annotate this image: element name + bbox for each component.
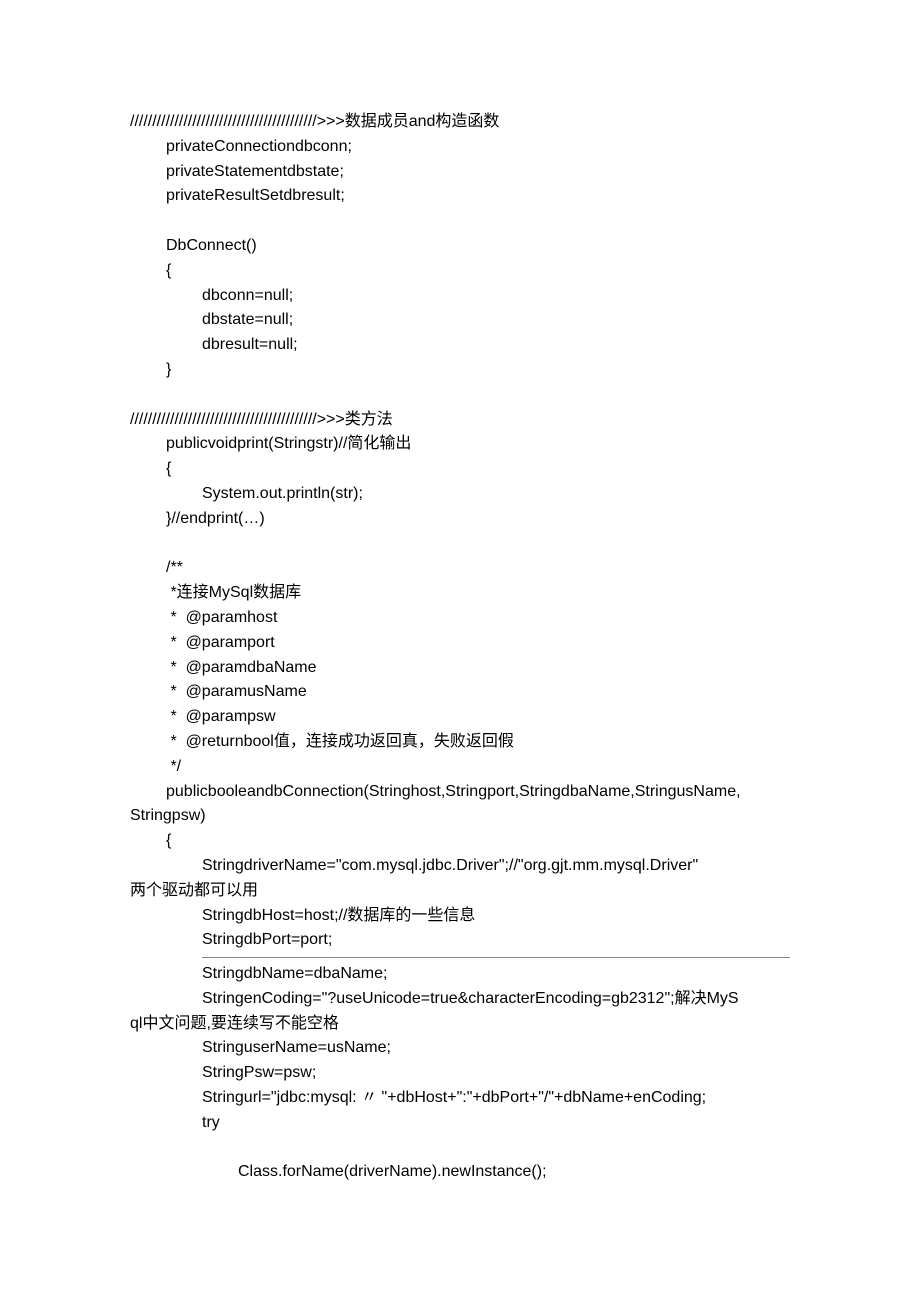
code-line: ////////////////////////////////////////… xyxy=(130,408,790,433)
code-line: privateConnectiondbconn; xyxy=(130,135,790,160)
code-line: StringdriverName="com.mysql.jdbc.Driver"… xyxy=(130,854,790,879)
code-line: */ xyxy=(130,755,790,780)
code-line-wrap: 两个驱动都可以用 xyxy=(130,879,790,904)
code-line: publicbooleandbConnection(Stringhost,Str… xyxy=(130,780,790,805)
code-block-after-wrap2: StringdbHost=host;//数据库的一些信息StringdbPort… xyxy=(130,904,790,954)
code-line: DbConnect() xyxy=(130,234,790,259)
code-line-wrap: ql中文问题,要连续写不能空格 xyxy=(130,1012,790,1037)
code-line: /** xyxy=(130,556,790,581)
code-line: try xyxy=(130,1111,790,1136)
code-line: privateResultSetdbresult; xyxy=(130,184,790,209)
code-line: ////////////////////////////////////////… xyxy=(130,110,790,135)
code-line: *连接MySql数据库 xyxy=(130,581,790,606)
code-line: dbconn=null; xyxy=(130,284,790,309)
code-line xyxy=(130,532,790,557)
code-line: }//endprint(…) xyxy=(130,507,790,532)
code-line: publicvoidprint(Stringstr)//简化输出 xyxy=(130,432,790,457)
code-line: StringdbHost=host;//数据库的一些信息 xyxy=(130,904,790,929)
code-line xyxy=(130,383,790,408)
code-line: dbresult=null; xyxy=(130,333,790,358)
code-line: { xyxy=(130,259,790,284)
code-line: StringdbPort=port; xyxy=(130,928,790,953)
code-block-after-hr: StringdbName=dbaName;StringenCoding="?us… xyxy=(130,962,790,1012)
code-line: dbstate=null; xyxy=(130,308,790,333)
code-line: { xyxy=(130,829,790,854)
code-line: privateStatementdbstate; xyxy=(130,160,790,185)
code-block-top: ////////////////////////////////////////… xyxy=(130,110,790,804)
code-line: * @paramport xyxy=(130,631,790,656)
code-line: Class.forName(driverName).newInstance(); xyxy=(130,1160,790,1185)
code-line: * @paramhost xyxy=(130,606,790,631)
code-line: } xyxy=(130,358,790,383)
code-line: { xyxy=(130,457,790,482)
code-line: Stringurl="jdbc:mysql: 〃 "+dbHost+":"+db… xyxy=(130,1086,790,1111)
code-line: StringPsw=psw; xyxy=(130,1061,790,1086)
code-line: StringenCoding="?useUnicode=true&charact… xyxy=(130,987,790,1012)
code-line: * @paramusName xyxy=(130,680,790,705)
code-line: System.out.println(str); xyxy=(130,482,790,507)
document-page: ////////////////////////////////////////… xyxy=(0,0,920,1303)
code-line: * @paramdbaName xyxy=(130,656,790,681)
horizontal-rule xyxy=(202,957,790,958)
code-line-wrap: Stringpsw) xyxy=(130,804,790,829)
code-line xyxy=(130,209,790,234)
code-line: StringuserName=usName; xyxy=(130,1036,790,1061)
code-line: StringdbName=dbaName; xyxy=(130,962,790,987)
code-block-after-wrap3: StringuserName=usName;StringPsw=psw;Stri… xyxy=(130,1036,790,1185)
code-line: * @parampsw xyxy=(130,705,790,730)
code-line xyxy=(130,1136,790,1161)
code-line: * @returnbool值，连接成功返回真，失败返回假 xyxy=(130,730,790,755)
code-block-after-wrap1: {StringdriverName="com.mysql.jdbc.Driver… xyxy=(130,829,790,879)
